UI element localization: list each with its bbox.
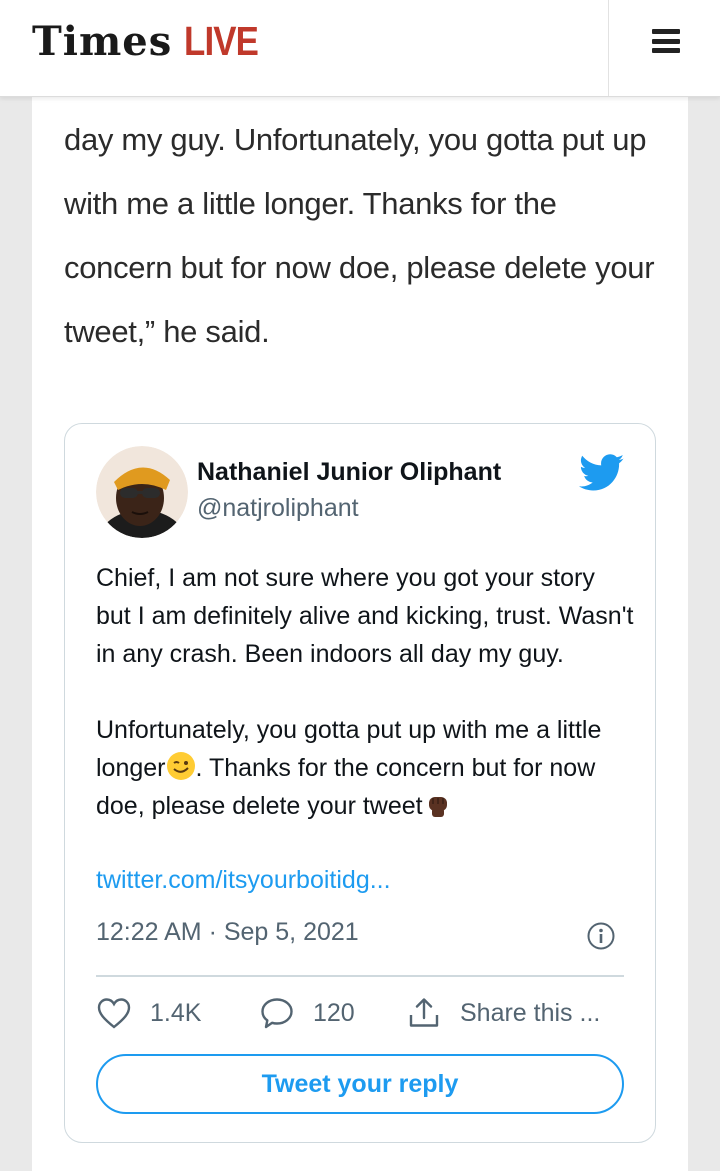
twitter-bird-icon[interactable] (579, 454, 625, 492)
logo-live-text: LIVE (184, 18, 259, 64)
tweet-paragraph-1: Chief, I am not sure where you got your … (96, 564, 634, 668)
raised-fist-emoji (428, 797, 447, 817)
tweet-paragraph-2: Unfortunately, you gotta put up with me … (96, 711, 636, 825)
speech-bubble-icon (261, 998, 293, 1029)
article-paragraph: day my guy. Unfortunately, you gotta put… (64, 122, 655, 349)
avatar[interactable] (96, 446, 188, 538)
tweet-text: Chief, I am not sure where you got your … (96, 559, 636, 825)
tweet-author-name[interactable]: Nathaniel Junior Oliphant (197, 458, 501, 487)
winking-face-emoji (166, 752, 195, 780)
menu-icon[interactable] (652, 29, 680, 53)
like-button[interactable]: 1.4K (96, 996, 201, 1030)
share-label: Share this ... (460, 998, 601, 1027)
reply-count: 120 (313, 998, 355, 1027)
share-icon (409, 998, 439, 1027)
tweet-link[interactable]: twitter.com/itsyourboitidg... (96, 866, 391, 895)
logo-times-text: Times (32, 18, 173, 65)
embedded-tweet: Nathaniel Junior Oliphant @natjroliphant… (64, 423, 656, 1143)
header-divider (608, 0, 609, 96)
site-header: Times LIVE (0, 0, 720, 97)
tweet-author-handle[interactable]: @natjroliphant (197, 494, 359, 523)
tweet-divider (96, 975, 624, 977)
tweet-your-reply-button[interactable]: Tweet your reply (96, 1054, 624, 1114)
info-icon[interactable] (586, 921, 616, 951)
heart-icon (97, 998, 131, 1029)
tweet-timestamp[interactable]: 12:22 AM · Sep 5, 2021 (96, 918, 359, 947)
reply-button[interactable]: 120 (259, 996, 355, 1030)
article-body: day my guy. Unfortunately, you gotta put… (32, 96, 688, 1171)
share-button[interactable]: Share this ... (406, 996, 600, 1030)
like-count: 1.4K (150, 998, 202, 1027)
times-live-logo[interactable]: Times LIVE (32, 18, 271, 66)
